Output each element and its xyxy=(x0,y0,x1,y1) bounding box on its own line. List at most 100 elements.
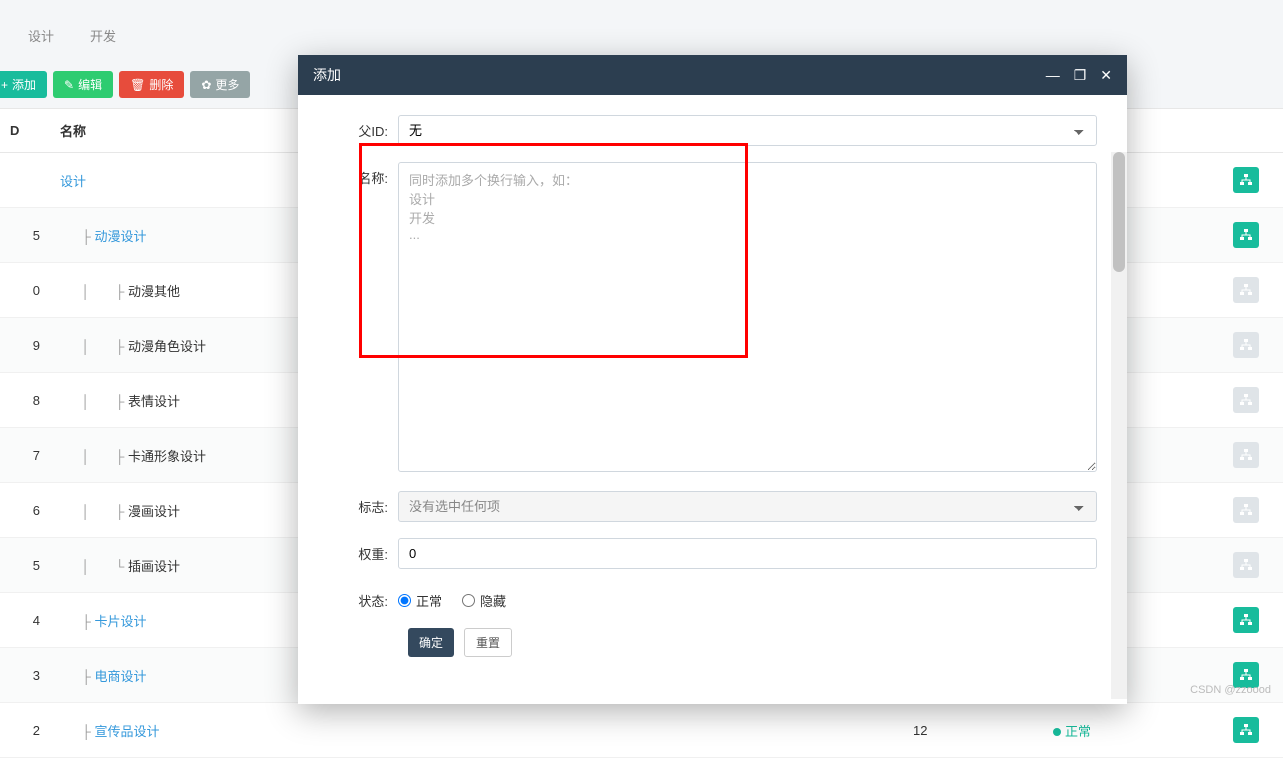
edit-button-label: 编辑 xyxy=(78,76,102,93)
pencil-icon: ✎ xyxy=(64,78,74,92)
status-label: 状态: xyxy=(328,585,398,610)
parent-label: 父ID: xyxy=(328,115,398,140)
row-action-button[interactable] xyxy=(1233,277,1259,303)
row-name-text: 漫画设计 xyxy=(128,504,180,519)
row-action-button[interactable] xyxy=(1233,442,1259,468)
row-name-text: 表情设计 xyxy=(128,394,180,409)
parent-select[interactable]: 无 xyxy=(398,115,1097,146)
row-action xyxy=(1223,208,1283,263)
row-id: 8 xyxy=(0,373,50,428)
row-name-text: 卡通形象设计 xyxy=(128,449,206,464)
row-action xyxy=(1223,373,1283,428)
row-id xyxy=(0,153,50,208)
row-id: 6 xyxy=(0,483,50,538)
tree-icon xyxy=(1240,394,1252,406)
row-action xyxy=(1223,538,1283,593)
gear-icon: ✿ xyxy=(201,78,211,92)
delete-button[interactable]: 🗑 删除 xyxy=(119,71,184,98)
radio-normal-input[interactable] xyxy=(398,594,411,607)
row-action xyxy=(1223,318,1283,373)
add-modal: 添加 — ❐ ✕ 父ID: 无 名称: xyxy=(298,55,1127,704)
ok-button[interactable]: 确定 xyxy=(408,628,454,657)
row-action-button[interactable] xyxy=(1233,552,1259,578)
tree-icon xyxy=(1240,174,1252,186)
row-action xyxy=(1223,153,1283,208)
row-id: 5 xyxy=(0,538,50,593)
row-name-text: 动漫角色设计 xyxy=(128,339,206,354)
flag-label: 标志: xyxy=(328,491,398,516)
row-id: 2 xyxy=(0,703,50,758)
plus-icon: + xyxy=(1,78,8,92)
modal-title: 添加 xyxy=(313,65,341,85)
row-name-link[interactable]: 卡片设计 xyxy=(95,614,147,629)
flag-select[interactable]: 没有选中任何项 xyxy=(398,491,1097,522)
top-tab-design[interactable]: 设计 xyxy=(10,18,72,53)
row-id: 4 xyxy=(0,593,50,648)
col-action-header xyxy=(1223,109,1283,153)
row-id: 7 xyxy=(0,428,50,483)
row-action-button[interactable] xyxy=(1233,497,1259,523)
row-name-text: 插画设计 xyxy=(128,559,180,574)
tree-icon xyxy=(1240,559,1252,571)
more-button[interactable]: ✿ 更多 xyxy=(190,71,250,98)
row-action xyxy=(1223,428,1283,483)
radio-hidden-input[interactable] xyxy=(462,594,475,607)
row-name-link[interactable]: 动漫设计 xyxy=(95,229,147,244)
row-id: 3 xyxy=(0,648,50,703)
weight-label: 权重: xyxy=(328,538,398,563)
close-icon[interactable]: ✕ xyxy=(1100,67,1112,84)
row-id: 0 xyxy=(0,263,50,318)
name-textarea[interactable] xyxy=(398,162,1097,472)
radio-normal-label: 正常 xyxy=(416,591,442,610)
watermark: CSDN @zzoood xyxy=(1190,684,1271,696)
row-action-button[interactable] xyxy=(1233,717,1259,743)
modal-header[interactable]: 添加 — ❐ ✕ xyxy=(298,55,1127,95)
minimize-icon[interactable]: — xyxy=(1046,67,1060,83)
radio-hidden-label: 隐藏 xyxy=(480,591,506,610)
maximize-icon[interactable]: ❐ xyxy=(1074,67,1087,84)
tree-icon xyxy=(1240,449,1252,461)
row-id: 5 xyxy=(0,208,50,263)
col-id-header[interactable]: D xyxy=(0,109,50,153)
row-action xyxy=(1223,593,1283,648)
row-action-button[interactable] xyxy=(1233,222,1259,248)
row-action-button[interactable] xyxy=(1233,607,1259,633)
reset-button[interactable]: 重置 xyxy=(464,628,512,657)
name-label: 名称: xyxy=(328,162,398,187)
row-name-cell: ├ 宣传品设计 xyxy=(50,703,903,758)
row-status: 正常 xyxy=(1043,703,1223,758)
weight-input[interactable] xyxy=(398,538,1097,569)
row-action-button[interactable] xyxy=(1233,332,1259,358)
tree-icon xyxy=(1240,229,1252,241)
more-button-label: 更多 xyxy=(215,76,239,93)
row-name-link[interactable]: 宣传品设计 xyxy=(95,724,160,739)
tree-icon xyxy=(1240,339,1252,351)
row-action xyxy=(1223,483,1283,538)
tree-icon xyxy=(1240,614,1252,626)
trash-icon: 🗑 xyxy=(130,78,145,92)
row-name-text: 动漫其他 xyxy=(128,284,180,299)
top-tab-dev[interactable]: 开发 xyxy=(72,18,134,53)
row-id: 9 xyxy=(0,318,50,373)
tree-icon xyxy=(1240,284,1252,296)
add-button-label: 添加 xyxy=(12,76,36,93)
status-dot-icon xyxy=(1053,728,1061,736)
row-action-button[interactable] xyxy=(1233,387,1259,413)
row-name-link[interactable]: 电商设计 xyxy=(95,669,147,684)
scrollbar-thumb[interactable] xyxy=(1113,152,1125,272)
table-row[interactable]: 2 ├ 宣传品设计12正常 xyxy=(0,703,1283,758)
row-action-button[interactable] xyxy=(1233,167,1259,193)
add-button[interactable]: + 添加 xyxy=(0,71,47,98)
tree-icon xyxy=(1240,669,1252,681)
modal-scrollbar[interactable] xyxy=(1111,152,1127,699)
edit-button[interactable]: ✎ 编辑 xyxy=(53,71,113,98)
row-name-link[interactable]: 设计 xyxy=(60,174,86,189)
row-action xyxy=(1223,703,1283,758)
status-hidden-radio[interactable]: 隐藏 xyxy=(462,591,506,610)
tree-icon xyxy=(1240,504,1252,516)
delete-button-label: 删除 xyxy=(149,76,173,93)
status-normal-radio[interactable]: 正常 xyxy=(398,591,442,610)
row-action xyxy=(1223,263,1283,318)
tree-icon xyxy=(1240,724,1252,736)
row-weight: 12 xyxy=(903,703,1043,758)
